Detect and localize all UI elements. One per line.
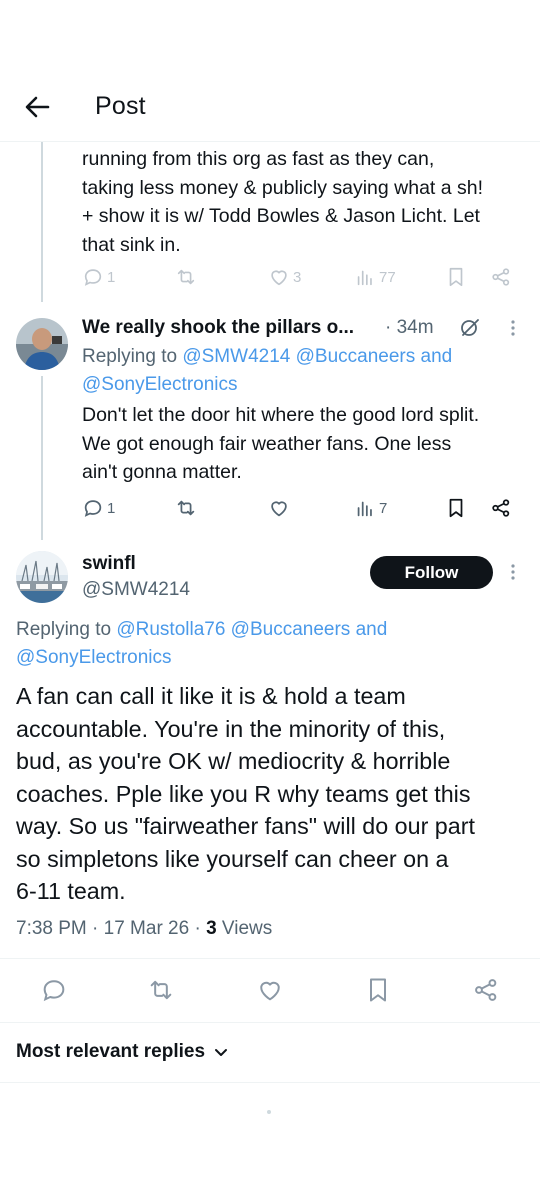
author-name[interactable]: swinfl (82, 553, 136, 575)
retweet-button[interactable] (174, 266, 198, 288)
avatar[interactable] (16, 318, 68, 370)
reply-button[interactable] (40, 976, 68, 1004)
divider (0, 958, 540, 959)
page-title: Post (95, 92, 146, 120)
heart-icon (260, 981, 280, 1001)
views-count: 77 (379, 268, 396, 286)
like-count: 3 (293, 268, 302, 286)
retweet-icon (150, 980, 172, 1000)
mention-links[interactable]: @SMW4214 @Buccaneers and (182, 346, 452, 367)
divider (0, 1082, 540, 1083)
reply-count: 1 (107, 499, 116, 517)
chevron-down-icon (215, 1049, 228, 1056)
reply-icon (84, 500, 102, 517)
share-button[interactable] (490, 497, 512, 519)
retweet-icon (177, 269, 195, 285)
loading-indicator (267, 1110, 271, 1114)
mention-link[interactable]: @SonyElectronics (82, 374, 238, 395)
share-icon (492, 268, 510, 286)
grok-icon[interactable] (458, 316, 482, 340)
reply-icon (84, 269, 102, 286)
share-button[interactable] (490, 266, 512, 288)
author-name[interactable]: We really shook the pillars o... (82, 317, 354, 339)
views-button[interactable]: 77 (354, 266, 396, 288)
mention-links[interactable]: @Rustolla76 @Buccaneers and (116, 619, 387, 640)
reply-icon (43, 980, 65, 1002)
views-icon (357, 501, 372, 517)
share-icon (492, 499, 510, 517)
replying-to: Replying to @SMW4214 @Buccaneers and @So… (82, 346, 453, 395)
more-options-icon[interactable] (510, 318, 516, 338)
author-handle[interactable]: @SMW4214 (82, 579, 190, 601)
replying-to: Replying to @Rustolla76 @Buccaneers and … (16, 619, 388, 668)
thread-line (41, 142, 43, 302)
bookmark-icon (449, 267, 463, 287)
heart-icon (271, 270, 287, 286)
reply-button[interactable]: 1 (82, 497, 115, 519)
replies-sort-label: Most relevant replies (16, 1041, 206, 1062)
prev-tweet-actions: 1 3 77 (82, 266, 522, 294)
reply-count: 1 (107, 268, 116, 286)
main-tweet-text: A fan can call it like it is & hold a te… (16, 683, 475, 904)
bookmark-icon (449, 498, 463, 518)
replies-sort-dropdown[interactable]: Most relevant replies (16, 1041, 229, 1063)
post-timestamp: 7:38 PM · 17 Mar 26 · 3 Views (16, 918, 273, 939)
follow-button[interactable]: Follow (370, 556, 493, 589)
like-button[interactable] (268, 497, 290, 519)
bookmark-icon (370, 978, 386, 1002)
bookmark-button[interactable] (446, 497, 466, 519)
share-icon (475, 979, 497, 1001)
prev-tweet-text: running from this org as fast as they ca… (82, 148, 484, 256)
retweet-button[interactable] (146, 976, 176, 1004)
main-tweet-actions (40, 976, 510, 1006)
reply-button[interactable]: 1 (82, 266, 115, 288)
more-options-icon[interactable] (510, 562, 516, 582)
views-icon (357, 270, 372, 286)
reply-tweet-text: Don't let the door hit where the good lo… (82, 404, 480, 483)
retweet-button[interactable] (174, 497, 198, 519)
retweet-icon (177, 500, 195, 516)
avatar[interactable] (16, 551, 68, 603)
share-button[interactable] (472, 976, 500, 1004)
top-bar (0, 60, 540, 142)
post-time: · 34m (385, 317, 434, 338)
bookmark-button[interactable] (366, 976, 390, 1004)
bookmark-button[interactable] (446, 266, 466, 288)
back-arrow-icon[interactable] (22, 92, 52, 122)
views-count: 7 (379, 499, 388, 517)
divider (0, 1022, 540, 1023)
views-button[interactable]: 7 (354, 497, 387, 519)
reply-tweet-actions: 1 7 (82, 497, 522, 525)
like-button[interactable]: 3 (268, 266, 301, 288)
like-button[interactable] (256, 976, 284, 1004)
mention-link[interactable]: @SonyElectronics (16, 647, 172, 668)
heart-icon (271, 501, 287, 517)
thread-line (41, 376, 43, 540)
views-count: 3 (206, 918, 217, 939)
